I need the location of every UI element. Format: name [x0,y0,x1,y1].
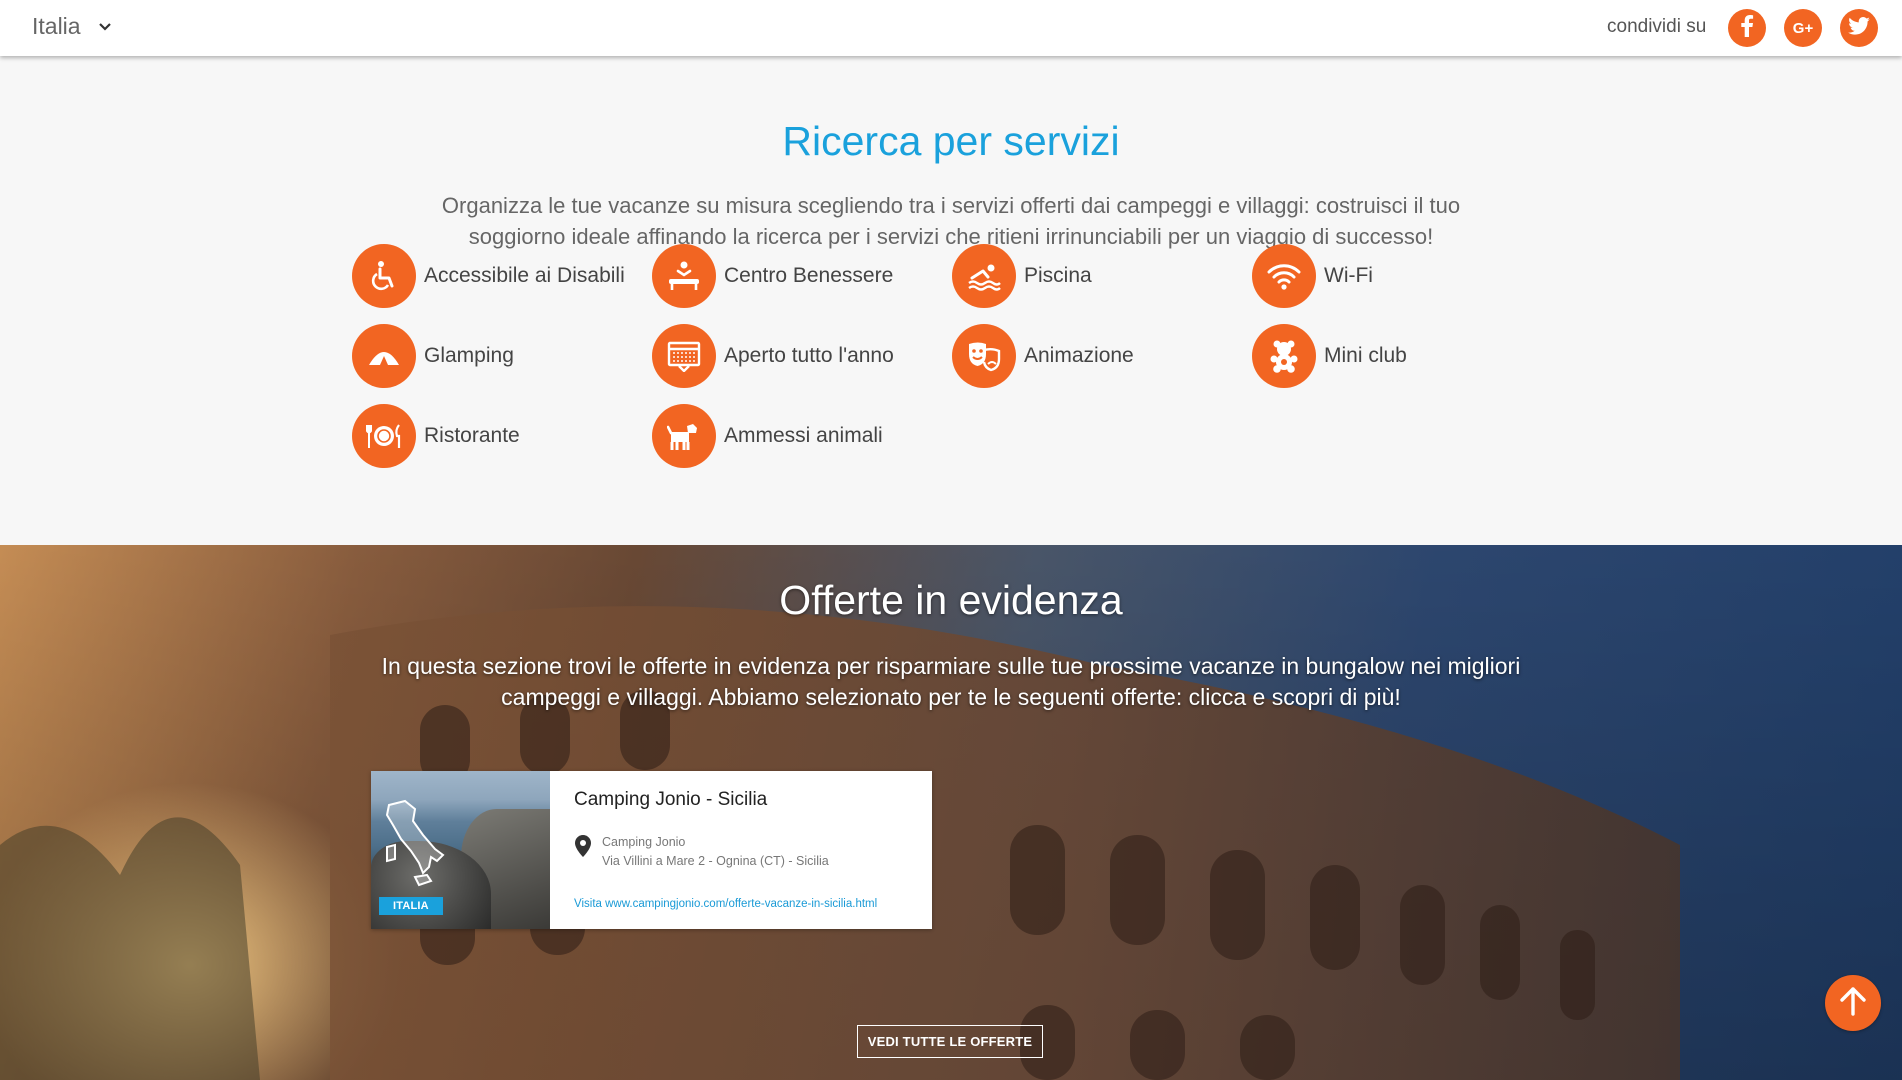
offer-card[interactable]: ITALIA Camping Jonio - Sicilia Camping J… [371,771,932,929]
swimmer-icon [952,244,1016,308]
dog-icon [652,404,716,468]
offers-title: Offerte in evidenza [779,577,1123,623]
service-entertainment[interactable]: Animazione [952,324,1134,388]
service-label: Ristorante [424,424,520,447]
country-selector[interactable]: Italia [32,13,111,40]
country-badge: ITALIA [379,897,443,915]
top-bar: Italia condividi su G+ [0,0,1902,56]
teddy-bear-icon [1252,324,1316,388]
facebook-icon [1740,14,1754,42]
google-plus-icon: G+ [1792,19,1814,37]
services-description: Organizza le tue vacanze su misura scegl… [441,193,1461,249]
italy-map-icon [385,799,445,887]
service-wifi[interactable]: Wi-Fi [1252,244,1373,308]
services-title: Ricerca per servizi [782,118,1120,164]
chevron-down-icon [98,22,111,31]
massage-icon [652,244,716,308]
theater-masks-icon [952,324,1016,388]
twitter-icon [1848,16,1870,40]
arrow-up-icon [1839,986,1867,1021]
offer-photo: ITALIA [371,771,550,929]
share-label: condividi su [1607,16,1707,37]
service-label: Piscina [1024,264,1092,287]
service-glamping[interactable]: Glamping [352,324,514,388]
twitter-share-button[interactable] [1840,9,1878,47]
offer-address: Via Villini a Mare 2 - Ognina (CT) - Sic… [602,854,829,868]
service-label: Aperto tutto l'anno [724,344,894,367]
back-to-top-button[interactable] [1825,975,1881,1031]
offer-title: Camping Jonio - Sicilia [574,789,768,810]
service-label: Mini club [1324,344,1407,367]
service-pets-allowed[interactable]: Ammessi animali [652,404,883,468]
view-all-offers-button[interactable]: VEDI TUTTE LE OFFERTE [857,1025,1043,1058]
tent-icon [352,324,416,388]
wifi-icon [1252,244,1316,308]
offer-camping-name: Camping Jonio [602,835,686,849]
offer-link[interactable]: Visita www.campingjonio.com/offerte-vaca… [574,898,877,910]
plate-cutlery-icon [352,404,416,468]
service-label: Centro Benessere [724,264,894,287]
service-accessible[interactable]: Accessibile ai Disabili [352,244,625,308]
service-label: Accessibile ai Disabili [424,264,625,287]
services-section: Ricerca per servizi Organizza le tue vac… [0,56,1902,545]
service-mini-club[interactable]: Mini club [1252,324,1407,388]
service-pool[interactable]: Piscina [952,244,1092,308]
service-label: Wi-Fi [1324,264,1373,287]
service-open-all-year[interactable]: Aperto tutto l'anno [652,324,894,388]
offers-description: In questa sezione trovi le offerte in ev… [381,653,1521,710]
service-label: Ammessi animali [724,424,883,447]
google-plus-share-button[interactable]: G+ [1784,9,1822,47]
offers-section: Offerte in evidenza In questa sezione tr… [0,545,1902,1080]
service-label: Glamping [424,344,514,367]
location-pin-icon [575,835,591,862]
colosseum-background-image [0,606,1680,1080]
wheelchair-icon [352,244,416,308]
service-label: Animazione [1024,344,1134,367]
service-restaurant[interactable]: Ristorante [352,404,520,468]
country-label: Italia [32,13,81,39]
facebook-share-button[interactable] [1728,9,1766,47]
service-wellness[interactable]: Centro Benessere [652,244,893,308]
calendar-icon [652,324,716,388]
